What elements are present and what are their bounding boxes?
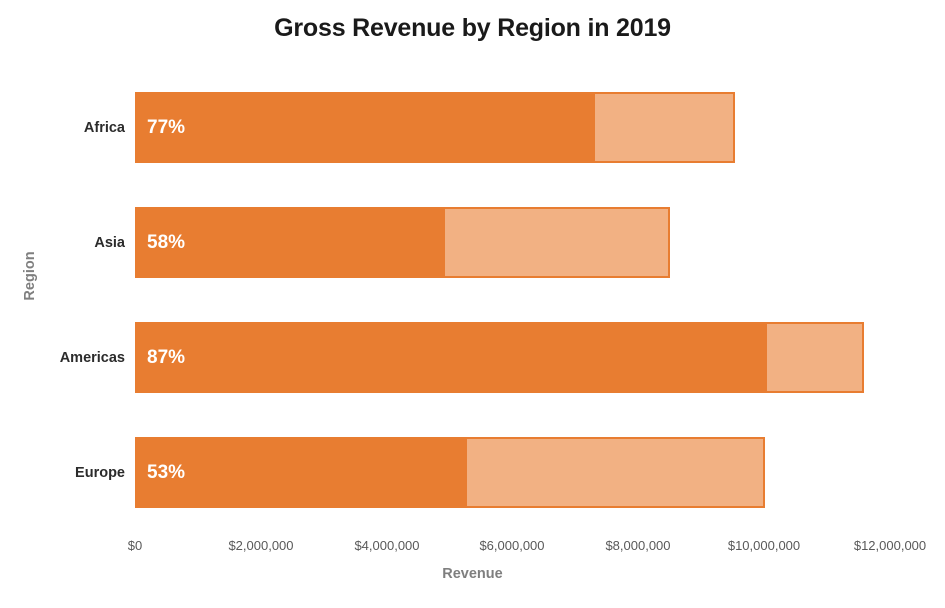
bar-achieved-segment[interactable] bbox=[135, 322, 768, 393]
category-label-0: Africa bbox=[83, 119, 125, 136]
category-label-2: Americas bbox=[59, 349, 125, 366]
x-axis-tick-labels: $0 $2,000,000 $4,000,000 $6,000,000 $8,0… bbox=[0, 538, 945, 560]
bar-achieved-segment[interactable] bbox=[135, 207, 446, 278]
plot-area: 77% 58% 87% 53% bbox=[135, 80, 890, 530]
x-axis-title: Revenue bbox=[442, 566, 503, 582]
category-label-1: Asia bbox=[94, 234, 125, 251]
category-label-3: Europe bbox=[75, 464, 125, 481]
page-title: Gross Revenue by Region in 2019 bbox=[274, 14, 671, 42]
x-tick-label-6: $12,000,000 bbox=[853, 538, 927, 553]
y-axis-category-labels: Africa Asia Americas Europe bbox=[5, 80, 125, 530]
bar-achieved-segment[interactable] bbox=[135, 92, 595, 163]
bar-achieved-segment[interactable] bbox=[135, 437, 468, 508]
